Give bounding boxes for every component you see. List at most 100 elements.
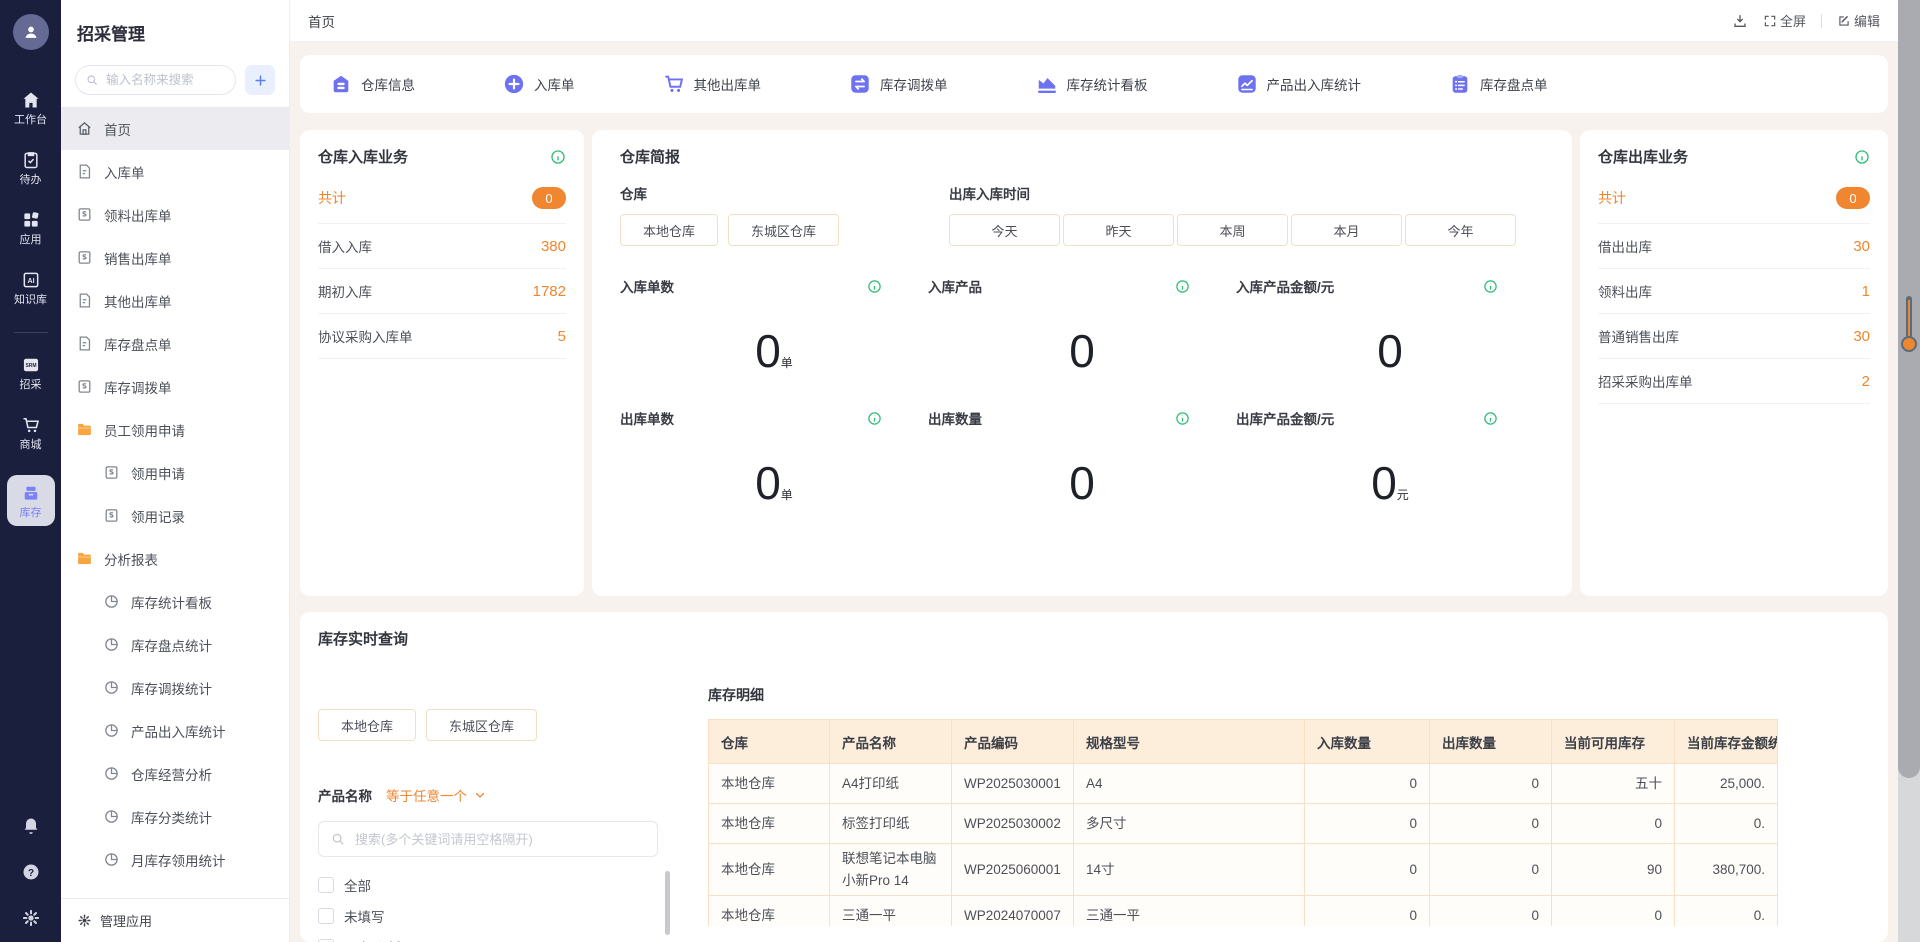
query-warehouse-local[interactable]: 本地仓库 — [318, 709, 416, 741]
quick-warehouse-info[interactable]: 仓库信息 — [330, 73, 415, 95]
time-filter-month[interactable]: 本月 — [1291, 214, 1402, 246]
stat-row[interactable]: 期初入库 1782 — [318, 269, 566, 314]
quick-other-outbound[interactable]: 其他出库单 — [663, 73, 762, 95]
info-icon[interactable] — [1483, 279, 1498, 294]
product-search-box[interactable] — [318, 821, 658, 857]
rail-item-apps[interactable]: 应用 — [20, 210, 42, 246]
operator-dropdown[interactable]: 等于任意一个 — [386, 785, 486, 805]
info-icon[interactable] — [550, 149, 566, 165]
quick-product-io-stats[interactable]: 产品出入库统计 — [1236, 73, 1362, 95]
quick-label: 仓库信息 — [361, 74, 415, 94]
rail-item-knowledge[interactable]: AI 知识库 — [14, 270, 47, 306]
fullscreen-button[interactable]: 全屏 — [1763, 11, 1806, 30]
info-icon[interactable] — [1483, 411, 1498, 426]
time-filter-group: 出库入库时间 今天 昨天 本周 本月 今年 — [949, 183, 1516, 246]
sidebar-item-requisition-record[interactable]: 领用记录 — [61, 494, 289, 537]
rail-item-srm[interactable]: SRM 招采 — [20, 355, 42, 391]
app-rail: 工作台 待办 应用 AI 知识库 SRM 招采 商城 库存 ? — [0, 0, 61, 942]
sidebar-item-warehouse-analysis[interactable]: 仓库经营分析 — [61, 752, 289, 795]
stat-row[interactable]: 普通销售出库 30 — [1598, 314, 1870, 359]
sidebar-item-sales-outbound[interactable]: 销售出库单 — [61, 236, 289, 279]
sidebar-folder-employee-requisition[interactable]: 员工领用申请 — [61, 408, 289, 451]
checkbox[interactable] — [318, 877, 334, 893]
edit-button[interactable]: 编辑 — [1837, 11, 1880, 30]
col-stock-amount[interactable]: 当前库存金额统计 — [1675, 720, 1778, 764]
rail-item-todo[interactable]: 待办 — [20, 150, 42, 186]
option-all[interactable]: 全部 — [318, 869, 670, 900]
form-icon — [103, 464, 120, 481]
sidebar-folder-analysis-reports[interactable]: 分析报表 — [61, 537, 289, 580]
manage-app-button[interactable]: 管理应用 — [61, 898, 289, 942]
col-warehouse[interactable]: 仓库 — [709, 720, 830, 764]
sidebar-item-monthly-requisition-stats[interactable]: 月库存领用统计 — [61, 838, 289, 881]
menu-label: 库存调拨统计 — [131, 678, 212, 698]
sidebar-item-other-outbound[interactable]: 其他出库单 — [61, 279, 289, 322]
info-icon[interactable] — [1175, 279, 1190, 294]
stat-row[interactable]: 协议采购入库单 5 — [318, 314, 566, 359]
menu-label: 分析报表 — [104, 549, 158, 569]
quick-stocktake-order[interactable]: 库存盘点单 — [1449, 73, 1548, 95]
time-filter-yesterday[interactable]: 昨天 — [1063, 214, 1174, 246]
time-filter-today[interactable]: 今天 — [949, 214, 1060, 246]
gear-icon[interactable] — [21, 908, 41, 928]
sidebar-item-stock-dashboard[interactable]: 库存统计看板 — [61, 580, 289, 623]
sidebar-item-home[interactable]: 首页 — [61, 107, 289, 150]
col-outbound-qty[interactable]: 出库数量 — [1430, 720, 1552, 764]
sidebar-item-transfer-order[interactable]: 库存调拨单 — [61, 365, 289, 408]
sidebar-item-product-io-stats[interactable]: 产品出入库统计 — [61, 709, 289, 752]
warehouse-filter-dongcheng[interactable]: 东城区仓库 — [728, 214, 839, 246]
col-product-code[interactable]: 产品编码 — [952, 720, 1074, 764]
page-scrollbar-track[interactable] — [1898, 0, 1920, 942]
time-filter-week[interactable]: 本周 — [1177, 214, 1288, 246]
quick-inbound-order[interactable]: 入库单 — [503, 73, 575, 95]
warehouse-filter-local[interactable]: 本地仓库 — [620, 214, 718, 246]
stat-label: 领料出库 — [1598, 281, 1652, 301]
stat-row[interactable]: 领料出库 1 — [1598, 269, 1870, 314]
table-row[interactable]: 本地仓库三通一平WP2024070007三通一平 0000. — [709, 896, 1778, 926]
quick-transfer-order[interactable]: 库存调拨单 — [849, 73, 948, 95]
rail-item-mall[interactable]: 商城 — [20, 415, 42, 451]
help-icon[interactable]: ? — [21, 862, 41, 882]
sidebar-item-transfer-stats[interactable]: 库存调拨统计 — [61, 666, 289, 709]
stat-row[interactable]: 借入入库 380 — [318, 224, 566, 269]
bell-icon[interactable] — [21, 816, 41, 836]
col-inbound-qty[interactable]: 入库数量 — [1305, 720, 1430, 764]
user-avatar[interactable] — [13, 14, 49, 50]
info-icon[interactable] — [867, 411, 882, 426]
menu-label: 库存统计看板 — [131, 592, 212, 612]
sidebar-search-box[interactable] — [75, 65, 236, 95]
download-icon[interactable] — [1732, 13, 1748, 29]
checkbox[interactable] — [318, 939, 334, 942]
info-icon[interactable] — [867, 279, 882, 294]
col-available-stock[interactable]: 当前可用库存 — [1552, 720, 1675, 764]
sidebar-item-material-outbound[interactable]: 领料出库单 — [61, 193, 289, 236]
rail-item-workbench[interactable]: 工作台 — [14, 90, 47, 126]
time-filter-year[interactable]: 今年 — [1405, 214, 1516, 246]
rail-item-inventory[interactable]: 库存 — [7, 475, 55, 526]
table-row[interactable]: 本地仓库联想笔记本电脑小新Pro 14WP202506000114寸 00903… — [709, 844, 1778, 896]
table-row[interactable]: 本地仓库标签打印纸WP2025030002多尺寸 0000. — [709, 804, 1778, 844]
col-spec[interactable]: 规格型号 — [1074, 720, 1305, 764]
checkbox[interactable] — [318, 908, 334, 924]
stat-row[interactable]: 招采采购出库单 2 — [1598, 359, 1870, 404]
stat-row[interactable]: 借出出库 30 — [1598, 224, 1870, 269]
info-icon[interactable] — [1854, 149, 1870, 165]
sidebar-search-input[interactable] — [104, 72, 225, 88]
query-warehouse-dongcheng[interactable]: 东城区仓库 — [426, 709, 537, 741]
col-product-name[interactable]: 产品名称 — [830, 720, 952, 764]
sidebar-item-requisition-apply[interactable]: 领用申请 — [61, 451, 289, 494]
thermometer-icon[interactable] — [1900, 294, 1918, 354]
add-button[interactable] — [245, 65, 275, 95]
option-list-scrollbar[interactable] — [665, 871, 670, 935]
sidebar-item-stocktake-stats[interactable]: 库存盘点统计 — [61, 623, 289, 666]
sidebar-item-inbound-order[interactable]: 入库单 — [61, 150, 289, 193]
table-row[interactable]: 本地仓库A4打印纸WP2025030001A4 00五十25,000. — [709, 764, 1778, 804]
option-a4-paper[interactable]: A4打印纸 — [318, 931, 670, 942]
page-scrollbar-thumb[interactable] — [1898, 0, 1920, 778]
quick-stock-dashboard[interactable]: 库存统计看板 — [1036, 73, 1148, 95]
info-icon[interactable] — [1175, 411, 1190, 426]
product-search-input[interactable] — [353, 831, 645, 848]
sidebar-item-stock-category-stats[interactable]: 库存分类统计 — [61, 795, 289, 838]
option-unfilled[interactable]: 未填写 — [318, 900, 670, 931]
sidebar-item-stocktake-order[interactable]: 库存盘点单 — [61, 322, 289, 365]
